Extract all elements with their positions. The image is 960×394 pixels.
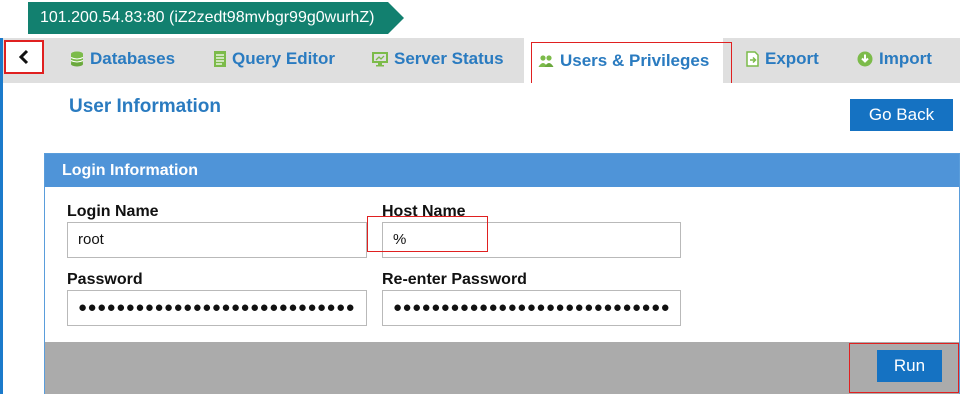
tab-label: Import [879,49,932,68]
chevron-left-icon [18,49,29,65]
connection-label: 101.200.54.83:80 (iZ2zedt98mvbgr99g0wurh… [40,9,375,26]
tab-query-editor[interactable]: Query Editor [214,38,335,80]
tab-label: Server Status [394,49,504,68]
tab-export[interactable]: Export [746,38,819,80]
password-field[interactable]: ●●●●●●●●●●●●●●●●●●●●●●●●●●●●● [67,290,367,326]
back-button[interactable] [4,40,44,74]
login-name-label: Login Name [67,203,159,220]
users-icon [538,54,554,67]
login-name-field[interactable]: root [67,222,367,258]
host-name-field[interactable]: % [382,222,681,258]
import-icon [857,51,873,67]
panel-footer [45,342,959,394]
tab-label: Users & Privileges [560,50,710,70]
tab-users-privileges[interactable]: Users & Privileges [524,38,724,83]
tab-label: Query Editor [232,49,335,68]
query-editor-icon [214,51,226,67]
password-label: Password [67,271,143,288]
panel-title: Login Information [45,154,959,187]
host-name-label: Host Name [382,203,466,220]
monitor-icon [372,52,388,67]
tab-label: Export [765,49,819,68]
login-information-panel: Login Information Login Name root Host N… [44,153,960,394]
reenter-password-field[interactable]: ●●●●●●●●●●●●●●●●●●●●●●●●●●●●● [382,290,681,326]
connection-breadcrumb-bar: 101.200.54.83:80 (iZ2zedt98mvbgr99g0wurh… [0,0,960,38]
page-title: User Information [69,96,222,117]
reenter-password-label: Re-enter Password [382,271,527,288]
connection-breadcrumb[interactable]: 101.200.54.83:80 (iZ2zedt98mvbgr99g0wurh… [28,2,405,34]
tab-label: Databases [90,49,176,68]
tab-databases[interactable]: Databases [70,38,175,80]
database-icon [70,51,84,67]
go-back-button[interactable]: Go Back [850,99,953,131]
mysql-admin-window: 101.200.54.83:80 (iZ2zedt98mvbgr99g0wurh… [0,0,960,394]
breadcrumb-arrow-icon [388,2,405,34]
run-button[interactable]: Run [877,350,942,382]
tab-import[interactable]: Import [857,38,932,80]
tab-server-status[interactable]: Server Status [372,38,504,80]
export-icon [746,51,759,67]
